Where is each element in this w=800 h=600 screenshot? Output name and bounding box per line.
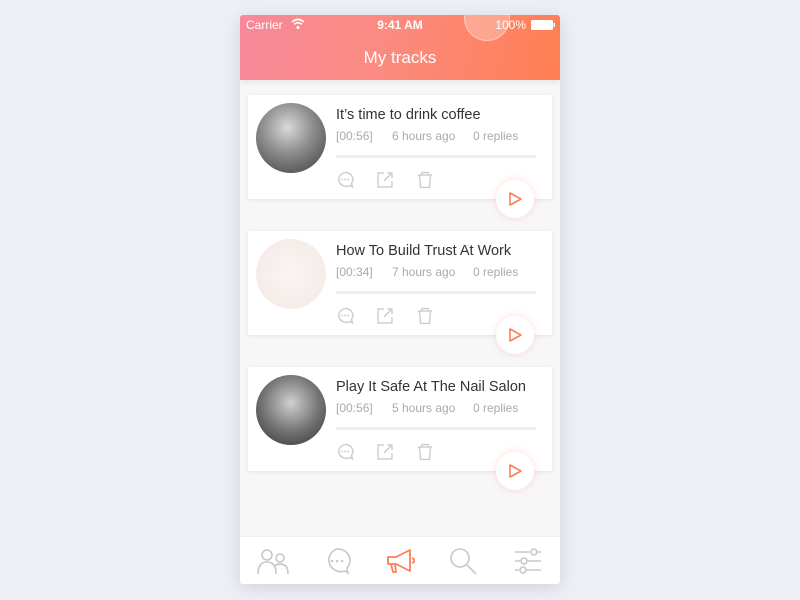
- track-title: It’s time to drink coffee: [336, 107, 481, 123]
- header: Carrier 9:41 AM 100% My tracks: [240, 15, 560, 80]
- delete-button[interactable]: [416, 307, 434, 325]
- track-duration: [00:56]: [336, 401, 373, 415]
- status-bar: Carrier 9:41 AM 100%: [240, 15, 560, 35]
- tab-bar: [240, 536, 560, 584]
- track-replies: 0 replies: [473, 129, 519, 143]
- touch-indicator: [464, 15, 510, 41]
- tab-people[interactable]: [257, 547, 289, 575]
- play-button[interactable]: [496, 180, 534, 218]
- people-icon: [257, 549, 289, 575]
- tab-announce[interactable]: [384, 547, 416, 575]
- tab-chat[interactable]: [321, 547, 353, 575]
- delete-icon: [418, 171, 432, 189]
- delete-icon: [418, 307, 432, 325]
- play-icon: [509, 464, 522, 478]
- track-card[interactable]: It’s time to drink coffee [00:56] 6 hour…: [248, 95, 552, 218]
- track-duration: [00:56]: [336, 129, 373, 143]
- track-title: Play It Safe At The Nail Salon: [336, 379, 526, 395]
- settings-sliders-icon: [515, 548, 541, 574]
- comment-button[interactable]: [336, 307, 354, 325]
- comment-button[interactable]: [336, 171, 354, 189]
- page-title: My tracks: [363, 48, 437, 67]
- megaphone-icon: [387, 549, 415, 573]
- share-button[interactable]: [376, 307, 394, 325]
- tab-search[interactable]: [448, 547, 480, 575]
- track-title: How To Build Trust At Work: [336, 243, 512, 259]
- play-icon: [509, 328, 522, 342]
- share-icon: [377, 172, 393, 188]
- track-avatar: [256, 239, 326, 309]
- comment-button[interactable]: [336, 443, 354, 461]
- track-time-ago: 7 hours ago: [392, 265, 456, 279]
- track-time-ago: 5 hours ago: [392, 401, 456, 415]
- delete-button[interactable]: [416, 171, 434, 189]
- track-time-ago: 6 hours ago: [392, 129, 456, 143]
- track-progress[interactable]: [336, 427, 536, 430]
- delete-button[interactable]: [416, 443, 434, 461]
- track-card[interactable]: How To Build Trust At Work [00:34] 7 hou…: [248, 231, 552, 354]
- play-button[interactable]: [496, 316, 534, 354]
- play-icon: [509, 192, 522, 206]
- track-avatar: [256, 375, 326, 445]
- track-avatar: [256, 103, 326, 173]
- track-progress[interactable]: [336, 291, 536, 294]
- delete-icon: [418, 443, 432, 461]
- play-button[interactable]: [496, 452, 534, 490]
- battery-icon: [531, 20, 555, 30]
- track-duration: [00:34]: [336, 265, 373, 279]
- search-icon: [450, 548, 477, 575]
- tab-settings[interactable]: [512, 547, 544, 575]
- track-replies: 0 replies: [473, 265, 519, 279]
- share-button[interactable]: [376, 171, 394, 189]
- track-progress[interactable]: [336, 155, 536, 158]
- share-icon: [377, 308, 393, 324]
- phone-screen: Carrier 9:41 AM 100% My tracks It’s time…: [240, 15, 560, 584]
- share-button[interactable]: [376, 443, 394, 461]
- share-icon: [377, 444, 393, 460]
- track-replies: 0 replies: [473, 401, 519, 415]
- track-card[interactable]: Play It Safe At The Nail Salon [00:56] 5…: [248, 367, 552, 490]
